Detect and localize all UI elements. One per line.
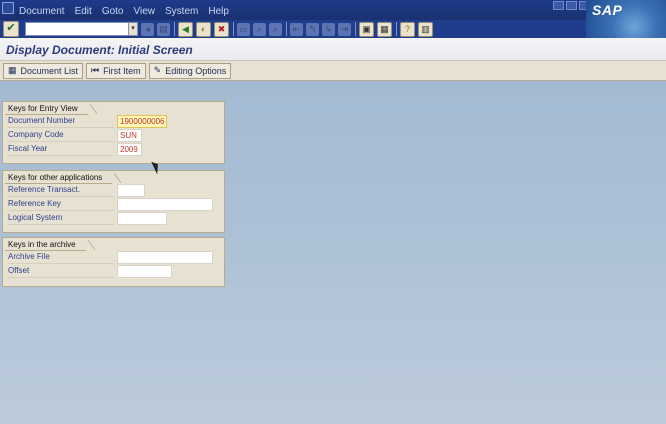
layout-icon[interactable]: ▥ <box>418 21 433 37</box>
cancel-icon[interactable]: ✖ <box>214 21 229 37</box>
row-reference-transact: Reference Transact. <box>7 184 221 197</box>
new-session-icon[interactable]: ▣ <box>359 21 374 37</box>
menu-view[interactable]: View <box>129 6 161 18</box>
fiscal-year-field[interactable]: 2009 <box>117 143 142 156</box>
pencil-icon: ✎ <box>153 65 162 75</box>
back-nav-icon[interactable]: ◂ <box>141 22 154 36</box>
row-reference-key: Reference Key <box>7 198 221 211</box>
prev-page-icon[interactable]: ↰ <box>306 22 319 36</box>
toolbar-separator <box>355 22 356 36</box>
shortcut-icon[interactable]: ▦ <box>377 21 392 37</box>
group-keys-archive: Keys in the archive Archive File Offset <box>2 237 225 287</box>
help-icon[interactable]: ? <box>400 21 415 37</box>
list-icon: ▦ <box>8 65 17 75</box>
application-toolbar: ▦ Document List ⏮ First Item ✎ Editing O… <box>0 61 666 81</box>
title-bar: Display Document: Initial Screen <box>0 38 666 61</box>
document-number-label: Document Number <box>7 115 114 128</box>
menu-help[interactable]: Help <box>203 6 234 18</box>
row-archive-file: Archive File <box>7 251 221 264</box>
main-menu: Document Edit Goto View System Help <box>14 6 234 18</box>
toolbar-separator <box>233 22 234 36</box>
editing-options-label: Editing Options <box>165 65 227 76</box>
sap-logo-text: SAP <box>592 2 623 18</box>
company-code-label: Company Code <box>7 129 114 142</box>
sap-logo: SAP <box>586 0 666 38</box>
company-code-field[interactable]: SUN <box>117 129 142 142</box>
exit-icon[interactable]: ◐ <box>196 21 211 37</box>
archive-file-field[interactable] <box>117 251 213 264</box>
window-controls <box>553 1 590 10</box>
reference-transact-label: Reference Transact. <box>7 184 114 197</box>
ok-icon[interactable]: ✔ <box>3 21 19 37</box>
standard-toolbar: ✔ ▾ ◂ ▤ ◀ ◐ ✖ ▭ ⌕ ⌕ ⇤ ↰ ↳ ⇥ ▣ ▦ ? ▥ <box>0 20 586 38</box>
first-page-icon[interactable]: ⇤ <box>290 22 303 36</box>
reference-key-label: Reference Key <box>7 198 114 211</box>
print-icon[interactable]: ▭ <box>237 22 250 36</box>
group-title: Keys for other applications <box>5 173 113 184</box>
command-field[interactable] <box>25 22 129 36</box>
menu-goto[interactable]: Goto <box>97 6 129 18</box>
toolbar-separator <box>286 22 287 36</box>
row-company-code: Company Code SUN <box>7 129 221 142</box>
document-list-button[interactable]: ▦ Document List <box>3 62 84 79</box>
back-icon[interactable]: ◀ <box>178 21 193 37</box>
document-number-field[interactable]: 1900000006 <box>117 115 167 128</box>
toolbar-separator <box>174 22 175 36</box>
offset-label: Offset <box>7 265 114 278</box>
row-offset: Offset <box>7 265 221 278</box>
row-fiscal-year: Fiscal Year 2009 <box>7 143 221 156</box>
menu-edit[interactable]: Edit <box>70 6 97 18</box>
minimize-icon[interactable] <box>553 1 564 10</box>
maximize-icon[interactable] <box>566 1 577 10</box>
reference-key-field[interactable] <box>117 198 213 211</box>
menu-document[interactable]: Document <box>14 6 70 18</box>
logical-system-label: Logical System <box>7 212 114 225</box>
save-icon[interactable]: ▤ <box>157 22 170 36</box>
group-title: Keys in the archive <box>5 240 86 251</box>
fiscal-year-label: Fiscal Year <box>7 143 114 156</box>
page-title: Display Document: Initial Screen <box>6 43 193 57</box>
system-menu-icon[interactable] <box>2 2 14 14</box>
group-keys-entry-view: Keys for Entry View Document Number 1900… <box>2 101 225 164</box>
row-logical-system: Logical System <box>7 212 221 225</box>
find-icon[interactable]: ⌕ <box>253 22 266 36</box>
dropdown-icon[interactable]: ▾ <box>128 22 138 36</box>
toolbar-separator <box>396 22 397 36</box>
first-item-icon: ⏮ <box>91 65 100 75</box>
logical-system-field[interactable] <box>117 212 167 225</box>
reference-transact-field[interactable] <box>117 184 145 197</box>
next-page-icon[interactable]: ↳ <box>322 22 335 36</box>
first-item-label: First Item <box>103 65 141 76</box>
group-keys-other-applications: Keys for other applications Reference Tr… <box>2 170 225 233</box>
editing-options-button[interactable]: ✎ Editing Options <box>148 62 232 79</box>
last-page-icon[interactable]: ⇥ <box>338 22 351 36</box>
archive-file-label: Archive File <box>7 251 114 264</box>
find-next-icon[interactable]: ⌕ <box>269 22 282 36</box>
menu-system[interactable]: System <box>160 6 203 18</box>
first-item-button[interactable]: ⏮ First Item <box>86 62 146 79</box>
group-title: Keys for Entry View <box>5 104 88 115</box>
offset-field[interactable] <box>117 265 172 278</box>
row-document-number: Document Number 1900000006 <box>7 115 221 128</box>
menu-bar: Document Edit Goto View System Help <box>0 0 666 20</box>
document-list-label: Document List <box>20 65 79 76</box>
